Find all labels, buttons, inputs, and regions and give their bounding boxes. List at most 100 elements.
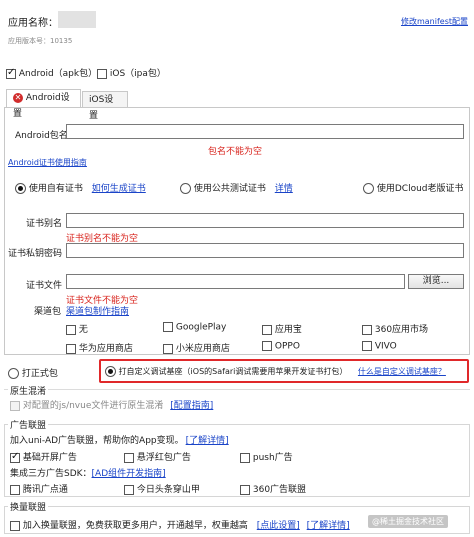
ad-option[interactable]: 腾讯广点通	[10, 482, 68, 495]
formal-package-option[interactable]: 打正式包	[8, 366, 58, 379]
ad-360-checkbox[interactable]	[240, 484, 250, 495]
cert-guide-link[interactable]: Android证书使用指南	[8, 157, 87, 168]
channel-checkbox[interactable]	[163, 343, 173, 354]
ad-push-checkbox[interactable]	[240, 452, 250, 463]
formal-package-label: 打正式包	[21, 369, 58, 379]
app-name-label: 应用名称：	[8, 18, 58, 29]
ads-sdk-label: 集成三方广告SDK：	[10, 469, 92, 479]
manifest-link[interactable]: 修改manifest配置	[401, 16, 468, 27]
ad-option-label: 基础开屏广告	[22, 453, 77, 463]
version-value: 10135	[50, 37, 73, 45]
channel-item[interactable]: 无	[66, 322, 88, 335]
custom-base-help-link[interactable]: 什么是自定义调试基座？	[358, 367, 446, 376]
alias-input[interactable]	[66, 213, 464, 228]
file-input[interactable]	[66, 274, 405, 289]
file-label: 证书文件	[26, 281, 63, 291]
exchange-label: 加入换量联盟，免费获取更多用户，开通越早，权重越高	[22, 521, 248, 531]
channel-item[interactable]: 小米应用商店	[163, 341, 230, 354]
divider	[4, 389, 470, 390]
ad-option[interactable]: push广告	[240, 450, 293, 463]
channel-checkbox[interactable]	[163, 322, 173, 332]
ad-option-label: 今日头条穿山甲	[136, 485, 200, 495]
how-generate-cert-link[interactable]: 如何生成证书	[92, 184, 146, 194]
custom-base-radio[interactable]	[105, 366, 116, 377]
cert-dcloud-label: 使用DCloud老版证书	[376, 184, 464, 194]
ad-option-label: 腾讯广点通	[22, 485, 68, 495]
obfuscation-option[interactable]: 对配置的js/nvue文件进行原生混淆 [配置指南]	[10, 398, 213, 411]
obfuscation-guide-link[interactable]: [配置指南]	[170, 401, 213, 411]
channel-checkbox[interactable]	[362, 324, 372, 335]
custom-base-option[interactable]: 打自定义调试基座（iOS的Safari调试需要用苹果开发证书打包） 什么是自定义…	[105, 366, 446, 377]
exchange-option[interactable]: 加入换量联盟，免费获取更多用户，开通越早，权重越高 [点此设置] [了解详情]	[10, 518, 350, 531]
ad-option[interactable]: 悬浮红包广告	[124, 450, 191, 463]
channel-item[interactable]: 应用宝	[262, 322, 302, 335]
ad-option[interactable]: 今日头条穿山甲	[124, 482, 200, 495]
tab-android-settings[interactable]: ✕ Android设置	[6, 89, 81, 119]
alias-label: 证书别名	[26, 219, 63, 229]
exchange-settings-link[interactable]: [点此设置]	[257, 521, 300, 531]
ad-toutiao-checkbox[interactable]	[124, 484, 134, 495]
cert-option-public[interactable]: 使用公共测试证书 详情	[180, 181, 293, 194]
ad-option-label: 悬浮红包广告	[136, 453, 191, 463]
custom-base-label: 打自定义调试基座（iOS的Safari调试需要用苹果开发证书打包）	[118, 367, 348, 376]
ad-option-label: push广告	[252, 453, 293, 463]
ad-splash-checkbox[interactable]	[10, 451, 20, 463]
ads-sdk-row: 集成三方广告SDK：[AD组件开发指南]	[10, 466, 166, 479]
exchange-details-link[interactable]: [了解详情]	[307, 521, 350, 531]
channel-checkbox[interactable]	[66, 324, 76, 335]
ios-label: iOS（ipa包）	[109, 69, 166, 79]
formal-package-radio[interactable]	[8, 368, 19, 379]
cert-own-radio[interactable]	[15, 183, 26, 194]
platform-android[interactable]: Android（apk包）	[6, 66, 97, 79]
channel-label-text: 应用宝	[274, 325, 302, 335]
ads-sdk-guide-link[interactable]: [AD组件开发指南]	[92, 469, 166, 479]
ads-title: 广告联盟	[8, 418, 49, 431]
channel-label-text: 360应用市场	[374, 325, 429, 335]
channel-label-text: 华为应用商店	[78, 344, 133, 354]
privkey-input[interactable]	[66, 243, 464, 258]
channel-item[interactable]: 360应用市场	[362, 322, 428, 335]
tab-ios-settings[interactable]: iOS设置	[82, 91, 128, 121]
ads-details-link[interactable]: [了解详情]	[186, 436, 229, 446]
cert-option-dcloud[interactable]: 使用DCloud老版证书	[363, 181, 464, 194]
cert-own-label: 使用自有证书	[28, 184, 83, 194]
channel-item[interactable]: OPPO	[262, 341, 300, 352]
package-input[interactable]	[66, 124, 464, 139]
channel-checkbox[interactable]	[66, 343, 76, 354]
channel-checkbox[interactable]	[262, 341, 272, 351]
ads-intro-text: 加入uni-AD广告联盟，帮助你的App变现。	[10, 436, 184, 446]
android-checkbox[interactable]	[6, 67, 16, 79]
cert-dcloud-radio[interactable]	[363, 183, 374, 194]
cert-public-label: 使用公共测试证书	[193, 184, 266, 194]
cert-public-radio[interactable]	[180, 183, 191, 194]
channel-item[interactable]: GooglePlay	[163, 322, 226, 333]
exchange-checkbox[interactable]	[10, 520, 20, 531]
platform-ios[interactable]: iOS（ipa包）	[97, 66, 166, 79]
cert-option-own[interactable]: 使用自有证书 如何生成证书	[15, 181, 146, 194]
channel-checkbox[interactable]	[262, 324, 272, 335]
ad-option[interactable]: 基础开屏广告	[10, 450, 77, 463]
ad-option[interactable]: 360广告联盟	[240, 482, 306, 495]
channel-item[interactable]: 华为应用商店	[66, 341, 133, 354]
watermark: @稀土掘金技术社区	[368, 515, 448, 528]
exchange-title: 换量联盟	[8, 500, 49, 513]
channel-label-text: VIVO	[374, 341, 397, 352]
package-label: Android包名	[15, 131, 68, 141]
version-label: 应用版本号：	[8, 37, 50, 45]
channel-checkbox[interactable]	[362, 341, 372, 351]
obfuscation-checkbox[interactable]	[10, 400, 20, 411]
channel-guide-link[interactable]: 渠道包制作指南	[66, 304, 129, 317]
ad-redpacket-checkbox[interactable]	[124, 452, 134, 463]
error-icon: ✕	[13, 92, 23, 103]
cert-public-details-link[interactable]: 详情	[275, 184, 293, 194]
ios-checkbox[interactable]	[97, 68, 107, 79]
channel-label-text: 无	[78, 325, 88, 335]
ad-tencent-checkbox[interactable]	[10, 484, 20, 495]
channel-item[interactable]: VIVO	[362, 341, 397, 352]
android-label: Android（apk包）	[18, 69, 98, 79]
channel-label-text: GooglePlay	[175, 322, 227, 333]
obfuscation-label: 对配置的js/nvue文件进行原生混淆	[22, 401, 164, 411]
browse-button[interactable]: 浏览...	[408, 274, 464, 289]
package-error: 包名不能为空	[208, 147, 263, 157]
obfuscation-title: 原生混淆	[8, 384, 49, 397]
